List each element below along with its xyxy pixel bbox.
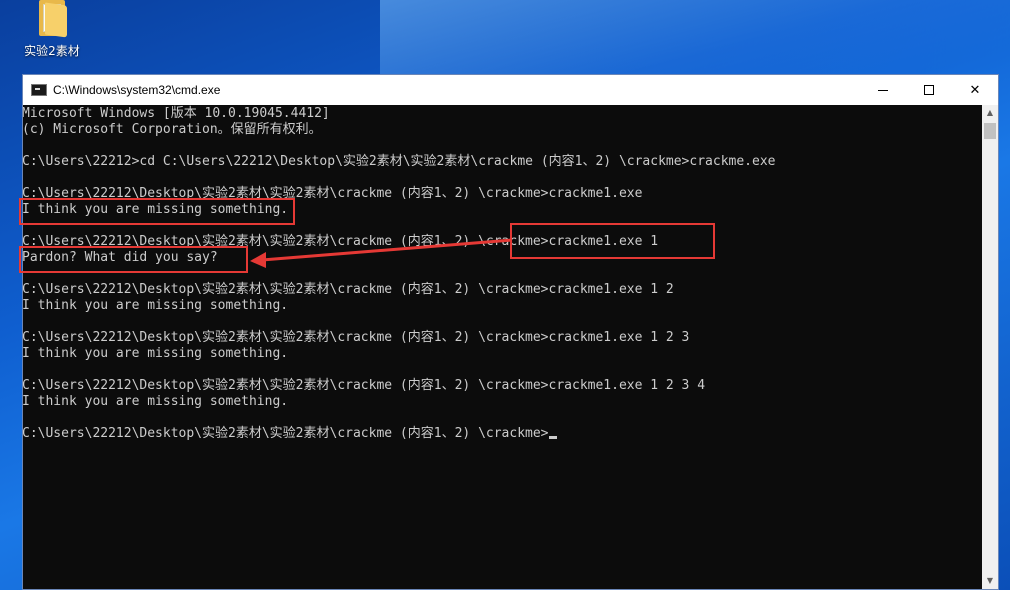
scroll-down-arrow-icon[interactable]: ▼: [982, 573, 998, 589]
console-lines: Microsoft Windows [版本 10.0.19045.4412] (c…: [23, 106, 775, 442]
console-output[interactable]: Microsoft Windows [版本 10.0.19045.4412] (c…: [23, 105, 983, 589]
minimize-icon: [878, 89, 888, 91]
console-line: C:\Users\22212\Desktop\实验2素材\实验2素材\crack…: [23, 186, 643, 201]
console-line: I think you are missing something.: [23, 394, 289, 409]
cmd-window[interactable]: C:\Windows\system32\cmd.exe ✕ Microsoft …: [22, 74, 999, 590]
text-cursor: [548, 436, 557, 439]
scroll-up-arrow-icon[interactable]: ▲: [982, 105, 998, 121]
close-icon: ✕: [969, 82, 981, 98]
minimize-button[interactable]: [860, 75, 906, 105]
folder-icon: [35, 0, 69, 38]
console-line: I think you are missing something.: [23, 298, 289, 313]
vertical-scrollbar[interactable]: ▲ ▼: [982, 105, 998, 589]
console-line: C:\Users\22212\Desktop\实验2素材\实验2素材\crack…: [23, 378, 706, 393]
title-bar[interactable]: C:\Windows\system32\cmd.exe ✕: [23, 75, 998, 105]
console-line: C:\Users\22212\Desktop\实验2素材\实验2素材\crack…: [23, 426, 775, 442]
maximize-button[interactable]: [906, 75, 952, 105]
console-line: C:\Users\22212\Desktop\实验2素材\实验2素材\crack…: [23, 234, 659, 249]
window-title: C:\Windows\system32\cmd.exe: [53, 83, 221, 97]
close-button[interactable]: ✕: [952, 75, 998, 105]
console-line: C:\Users\22212\Desktop\实验2素材\实验2素材\crack…: [23, 282, 674, 297]
console-line: I think you are missing something.: [23, 202, 289, 217]
maximize-icon: [924, 85, 934, 95]
desktop-folder-shortcut[interactable]: 实验2素材: [14, 0, 90, 64]
console-line: C:\Users\22212\Desktop\实验2素材\实验2素材\crack…: [23, 330, 690, 345]
console-line: C:\Users\22212>cd C:\Users\22212\Desktop…: [23, 154, 776, 169]
cmd-icon: [31, 84, 47, 96]
console-line: I think you are missing something.: [23, 346, 289, 361]
console-line: Pardon? What did you say?: [23, 250, 218, 265]
scroll-thumb[interactable]: [984, 123, 996, 139]
console-line: Microsoft Windows [版本 10.0.19045.4412]: [23, 106, 330, 121]
desktop-folder-label: 实验2素材: [24, 44, 80, 58]
console-line: (c) Microsoft Corporation。保留所有权利。: [23, 122, 322, 137]
